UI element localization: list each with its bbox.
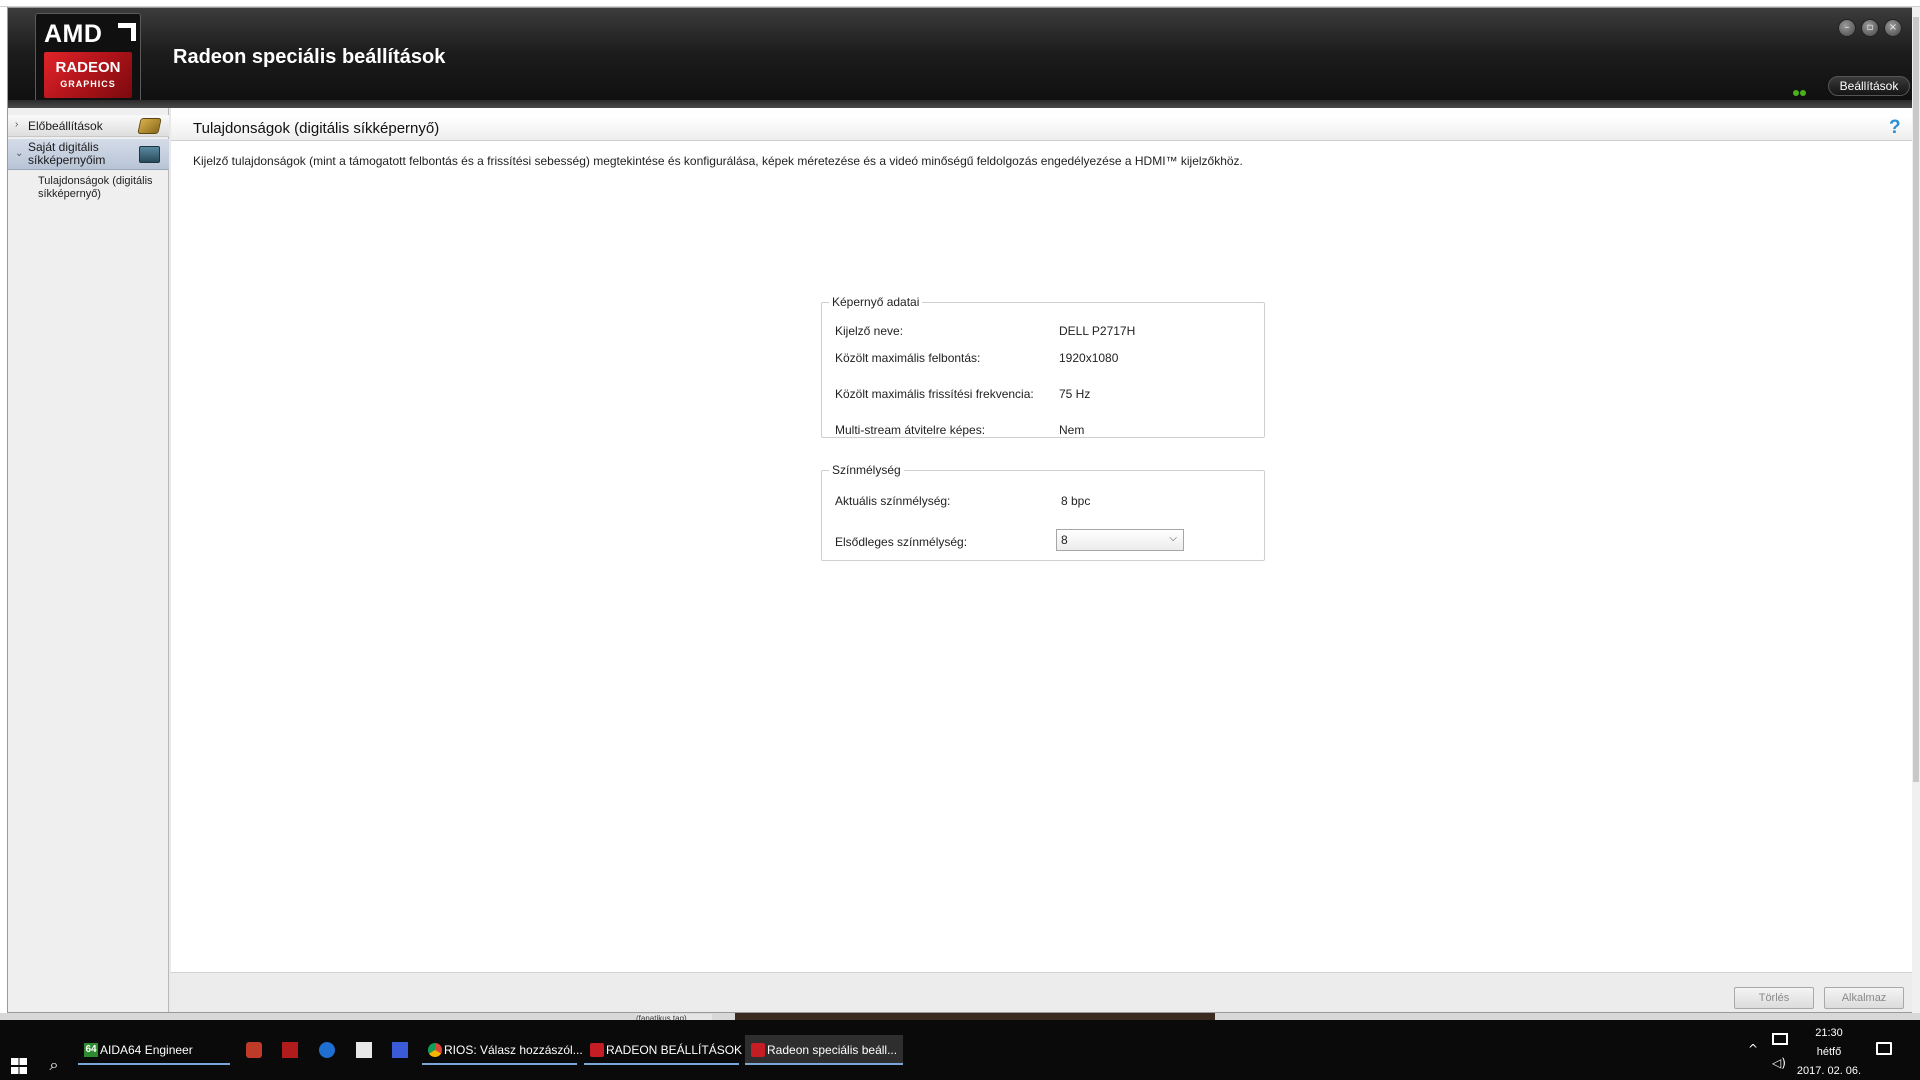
group-legend: Képernyő adatai <box>832 295 920 309</box>
pinned-app-icon[interactable] <box>392 1042 408 1058</box>
search-button[interactable]: ⌕ <box>39 1050 69 1080</box>
clock-date: 2017. 02. 06. <box>1796 1065 1862 1077</box>
taskbar-app-label: Radeon speciális beáll... <box>767 1043 898 1057</box>
sidebar-item-label: Előbeállítások <box>28 119 103 133</box>
settings-button[interactable]: Beállítások <box>1828 76 1910 96</box>
discard-button[interactable]: Törlés <box>1734 987 1814 1009</box>
running-indicator <box>745 1063 903 1065</box>
windows-logo-icon <box>11 1058 27 1074</box>
app-header: AMD RADEON GRAPHICS Radeon speciális beá… <box>8 8 1912 108</box>
taskbar-app-radeon-advanced[interactable]: Radeon speciális beáll... <box>745 1035 903 1065</box>
chevron-right-icon: › <box>15 119 19 130</box>
sidebar-item-label: Saját digitális síkképernyőim <box>28 140 106 167</box>
connection-status-icon <box>1793 81 1807 96</box>
taskbar-app-radeon-settings[interactable]: RADEON BEÁLLÍTÁSOK <box>584 1035 743 1065</box>
primary-color-depth-label: Elsődleges színmélység: <box>835 535 968 549</box>
max-resolution-label: Közölt maximális felbontás: <box>835 351 981 365</box>
max-refresh-value: 75 Hz <box>1059 387 1091 401</box>
help-icon[interactable]: ? <box>1889 117 1901 139</box>
network-icon[interactable] <box>1772 1033 1788 1045</box>
background-scrollbar[interactable] <box>1912 7 1920 1013</box>
display-name-value: DELL P2717H <box>1059 324 1136 338</box>
radeon-logo-text: RADEON <box>55 59 121 76</box>
chevron-down-icon: ⌵ <box>1169 533 1177 544</box>
running-indicator <box>422 1063 577 1065</box>
amd-radeon-logo: AMD RADEON GRAPHICS <box>35 13 141 104</box>
sidebar-item-my-flat-panels[interactable]: ⌄ Saját digitális síkképernyőim <box>8 139 169 170</box>
pinned-app-icon[interactable] <box>246 1042 262 1058</box>
select-value: 8 <box>1061 533 1068 547</box>
group-legend: Színmélység <box>832 463 901 477</box>
clock[interactable]: 21:30 hétfő 2017. 02. 06. <box>1790 1024 1868 1080</box>
sidebar: › Előbeállítások ⌄ Saját digitális síkké… <box>8 108 169 1012</box>
primary-color-depth-select[interactable]: 8 ⌵ <box>1056 529 1184 551</box>
close-button[interactable]: × <box>1884 19 1902 37</box>
main-content: Tulajdonságok (digitális síkképernyő) ? … <box>171 108 1912 1012</box>
page-title: Tulajdonságok (digitális síkképernyő) <box>193 120 440 137</box>
display-info-group: Képernyő adatai Kijelző neve: DELL P2717… <box>821 295 1265 438</box>
monitor-icon <box>139 146 160 163</box>
amd-arrow-icon <box>118 23 136 41</box>
minimize-button[interactable]: – <box>1838 19 1856 37</box>
sidebar-item-presets[interactable]: › Előbeállítások <box>8 115 169 137</box>
taskbar: ⌕ 64 AIDA64 Engineer RIOS: Válasz hozzás… <box>0 1020 1920 1080</box>
clock-time: 21:30 <box>1815 1027 1843 1039</box>
current-color-depth-value: 8 bpc <box>1061 494 1091 508</box>
current-color-depth-label: Aktuális színmélység: <box>835 494 951 508</box>
pinned-app-icon[interactable] <box>356 1042 372 1058</box>
preset-card-icon <box>137 118 162 134</box>
taskbar-app-aida64[interactable]: 64 AIDA64 Engineer <box>78 1035 230 1065</box>
taskbar-app-label: RADEON BEÁLLÍTÁSOK <box>606 1043 743 1057</box>
multistream-value: Nem <box>1059 423 1085 437</box>
radeon-settings-window: AMD RADEON GRAPHICS Radeon speciális beá… <box>7 7 1913 1013</box>
background-window-strip: (fanatikus tag) <box>0 1013 1920 1020</box>
multistream-label: Multi-stream átvitelre képes: <box>835 423 986 437</box>
aida64-icon: 64 <box>84 1043 98 1057</box>
notification-icon[interactable] <box>1876 1042 1892 1055</box>
sidebar-item-properties[interactable]: Tulajdonságok (digitális síkképernyő) <box>8 175 169 205</box>
content-footer: Törlés Alkalmaz <box>171 972 1912 1012</box>
running-indicator <box>78 1063 230 1065</box>
color-depth-group: Színmélység Aktuális színmélység: 8 bpc … <box>821 463 1265 561</box>
running-indicator <box>584 1063 739 1065</box>
radeon-badge: RADEON GRAPHICS <box>44 52 132 98</box>
radeon-icon <box>751 1043 765 1057</box>
max-refresh-label: Közölt maximális frissítési frekvencia: <box>835 387 1034 401</box>
max-resolution-value: 1920x1080 <box>1059 351 1119 365</box>
chevron-up-icon[interactable]: ^ <box>1748 1042 1758 1056</box>
sidebar-item-label: Tulajdonságok (digitális síkképernyő) <box>38 175 153 200</box>
app-title: Radeon speciális beállítások <box>173 46 446 68</box>
amd-logo-text: AMD <box>44 20 103 48</box>
background-image-fragment <box>735 1013 1215 1020</box>
content-header: Tulajdonságok (digitális síkképernyő) ? <box>171 116 1912 141</box>
apply-button[interactable]: Alkalmaz <box>1824 987 1904 1009</box>
scrollbar-thumb[interactable] <box>1913 17 1919 782</box>
pinned-app-icon[interactable] <box>282 1042 298 1058</box>
background-window-edge <box>0 0 1920 7</box>
pinned-app-icon[interactable] <box>319 1042 335 1058</box>
radeon-icon <box>590 1043 604 1057</box>
page-description: Kijelző tulajdonságok (mint a támogatott… <box>193 154 1243 168</box>
display-name-label: Kijelző neve: <box>835 324 904 338</box>
chevron-down-icon: ⌄ <box>15 148 24 159</box>
taskbar-app-label: RIOS: Válasz hozzászól... <box>444 1043 583 1057</box>
graphics-logo-text: GRAPHICS <box>60 79 116 89</box>
chrome-icon <box>428 1043 442 1057</box>
taskbar-app-label: AIDA64 Engineer <box>100 1043 193 1057</box>
clock-day: hétfő <box>1816 1046 1842 1058</box>
taskbar-app-chrome[interactable]: RIOS: Válasz hozzászól... <box>422 1035 583 1065</box>
start-button[interactable] <box>3 1050 33 1080</box>
restore-button[interactable]: ▫ <box>1861 19 1879 37</box>
volume-icon[interactable]: ◁) <box>1772 1056 1786 1070</box>
